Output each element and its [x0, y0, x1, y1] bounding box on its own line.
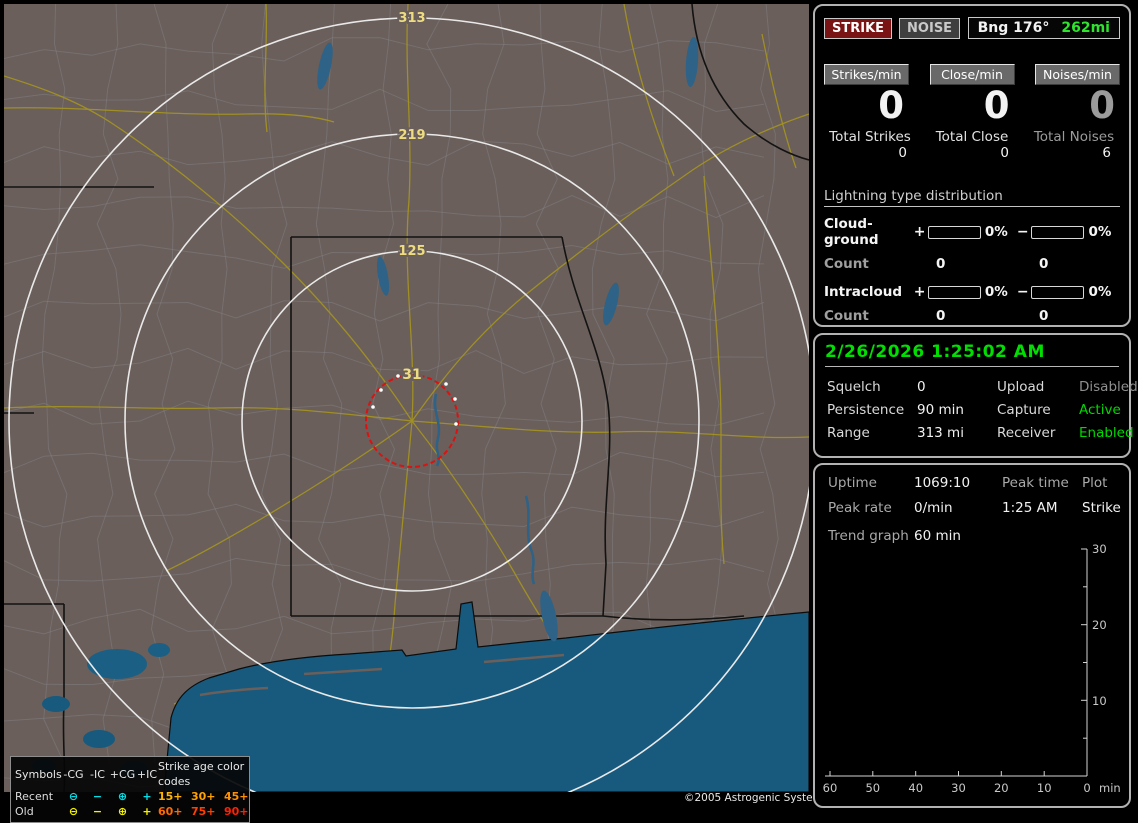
noises-per-min-button[interactable]: Noises/min — [1035, 64, 1120, 85]
trend-panel: Uptime 1069:10 Peak time Plot Peak rate … — [813, 463, 1131, 808]
cg-plus-count: 0 — [936, 256, 946, 272]
upload-status: Disabled — [1079, 379, 1138, 395]
cloud-ground-label: Cloud-ground — [824, 216, 879, 248]
uptime-value: 1069:10 — [914, 475, 971, 491]
capture-label: Capture — [997, 402, 1051, 418]
range-label: Range — [827, 425, 870, 441]
cg-plus-pct: 0% — [984, 224, 1008, 240]
bearing-readout: Bng 176° 262mi — [967, 17, 1120, 39]
upload-label: Upload — [997, 379, 1045, 395]
noises-per-min-value: 0 — [1089, 84, 1115, 127]
ic-plus-pct: 0% — [984, 284, 1008, 300]
ic-minus-bar — [1031, 285, 1085, 299]
x-tick-20: 20 — [994, 781, 1009, 795]
symbol-legend: Symbols -CG -IC +CG +IC Strike age color… — [10, 756, 250, 823]
x-tick-50: 50 — [865, 781, 880, 795]
persistence-label: Persistence — [827, 402, 905, 418]
capture-status: Active — [1079, 402, 1121, 418]
receiver-label: Receiver — [997, 425, 1056, 441]
close-per-min-value: 0 — [983, 84, 1010, 127]
legend-col-pic: +IC — [136, 767, 158, 781]
total-strikes-value: 0 — [898, 145, 907, 161]
strike-mode-button[interactable]: STRIKE — [824, 17, 893, 39]
legend-col-nic: -IC — [90, 767, 105, 781]
strikes-per-min-value: 0 — [878, 84, 904, 127]
peak-time-label: Peak time — [1002, 475, 1069, 491]
range-value: 313 mi — [917, 425, 964, 441]
x-axis-unit: min — [1099, 781, 1121, 795]
ic-plus-count: 0 — [936, 308, 946, 324]
squelch-label: Squelch — [827, 379, 881, 395]
plot-value: Strike — [1082, 500, 1121, 516]
x-tick-60: 60 — [823, 781, 838, 795]
cg-minus-bar — [1031, 225, 1085, 239]
ring-label-219: 219 — [398, 128, 425, 143]
recent-pic-icon: + — [142, 790, 152, 803]
cg-minus-pct: 0% — [1088, 224, 1112, 240]
minus-sign: − — [1016, 284, 1029, 300]
distribution-title: Lightning type distribution — [824, 188, 1120, 207]
status-panel: 2/26/2026 1:25:02 AM Squelch 0 Upload Di… — [813, 333, 1138, 458]
minus-sign: − — [1016, 224, 1029, 240]
map-canvas: 313 219 125 31 — [4, 4, 809, 792]
peak-time-value: 1:25 AM — [1002, 500, 1058, 516]
total-noises-label: Total Noises — [1033, 129, 1115, 145]
total-noises-value: 6 — [1102, 145, 1111, 161]
cg-minus-count: 0 — [1039, 256, 1049, 272]
y-tick-10: 10 — [1092, 694, 1107, 708]
y-tick-30: 30 — [1092, 542, 1107, 556]
ic-count-label: Count — [824, 308, 869, 324]
counters-panel: STRIKE NOISE Bng 176° 262mi Strikes/min … — [813, 4, 1131, 327]
receiver-status: Enabled — [1079, 425, 1134, 441]
y-tick-20: 20 — [1092, 618, 1107, 632]
ring-label-31: 31 — [402, 367, 421, 383]
x-tick-10: 10 — [1037, 781, 1052, 795]
age-15: 15+ — [158, 790, 183, 803]
ic-plus-bar — [927, 285, 981, 299]
legend-recent-label: Recent — [15, 790, 54, 803]
plot-label: Plot — [1082, 475, 1108, 491]
cg-count-label: Count — [824, 256, 869, 272]
copyright-text: ©2005 Astrogenic Systems — [684, 792, 829, 804]
recent-ncg-icon: ⊖ — [68, 790, 79, 803]
plus-sign: + — [913, 224, 926, 240]
ring-label-313: 313 — [398, 11, 425, 26]
recent-nic-icon: − — [92, 790, 103, 803]
close-per-min-button[interactable]: Close/min — [929, 64, 1015, 85]
ic-minus-pct: 0% — [1088, 284, 1112, 300]
total-strikes-label: Total Strikes — [829, 129, 911, 145]
x-tick-40: 40 — [908, 781, 923, 795]
intracloud-label: Intracloud — [824, 284, 903, 300]
ic-minus-count: 0 — [1039, 308, 1049, 324]
legend-col-pcg: +CG — [109, 767, 136, 781]
trend-graph-chart: 30 20 10 60 50 40 30 20 10 0 min — [823, 542, 1121, 795]
plus-sign: + — [913, 284, 926, 300]
datetime-display: 2/26/2026 1:25:02 AM — [825, 342, 1119, 367]
noise-mode-button[interactable]: NOISE — [899, 17, 961, 39]
legend-age-header: Strike age color codes — [158, 760, 245, 788]
total-close-label: Total Close — [935, 129, 1009, 145]
bearing-value: Bng 176° — [977, 20, 1050, 36]
x-tick-30: 30 — [951, 781, 966, 795]
strikes-per-min-button[interactable]: Strikes/min — [824, 64, 909, 85]
total-close-value: 0 — [1000, 145, 1009, 161]
squelch-value: 0 — [917, 379, 926, 395]
x-tick-0: 0 — [1083, 781, 1090, 795]
legend-symbols-header: Symbols — [15, 767, 62, 781]
peak-rate-value: 0/min — [914, 500, 953, 516]
uptime-label: Uptime — [828, 475, 877, 491]
age-30: 30+ — [191, 790, 216, 803]
cg-plus-bar — [927, 225, 981, 239]
age-45: 45+ — [224, 790, 249, 803]
bearing-distance: 262mi — [1061, 20, 1110, 36]
peak-rate-label: Peak rate — [828, 500, 892, 516]
lightning-map[interactable]: 313 219 125 31 — [4, 4, 809, 792]
persistence-value: 90 min — [917, 402, 964, 418]
legend-col-ncg: -CG — [63, 767, 84, 781]
ring-label-125: 125 — [398, 244, 425, 259]
recent-pcg-icon: ⊕ — [117, 790, 128, 803]
